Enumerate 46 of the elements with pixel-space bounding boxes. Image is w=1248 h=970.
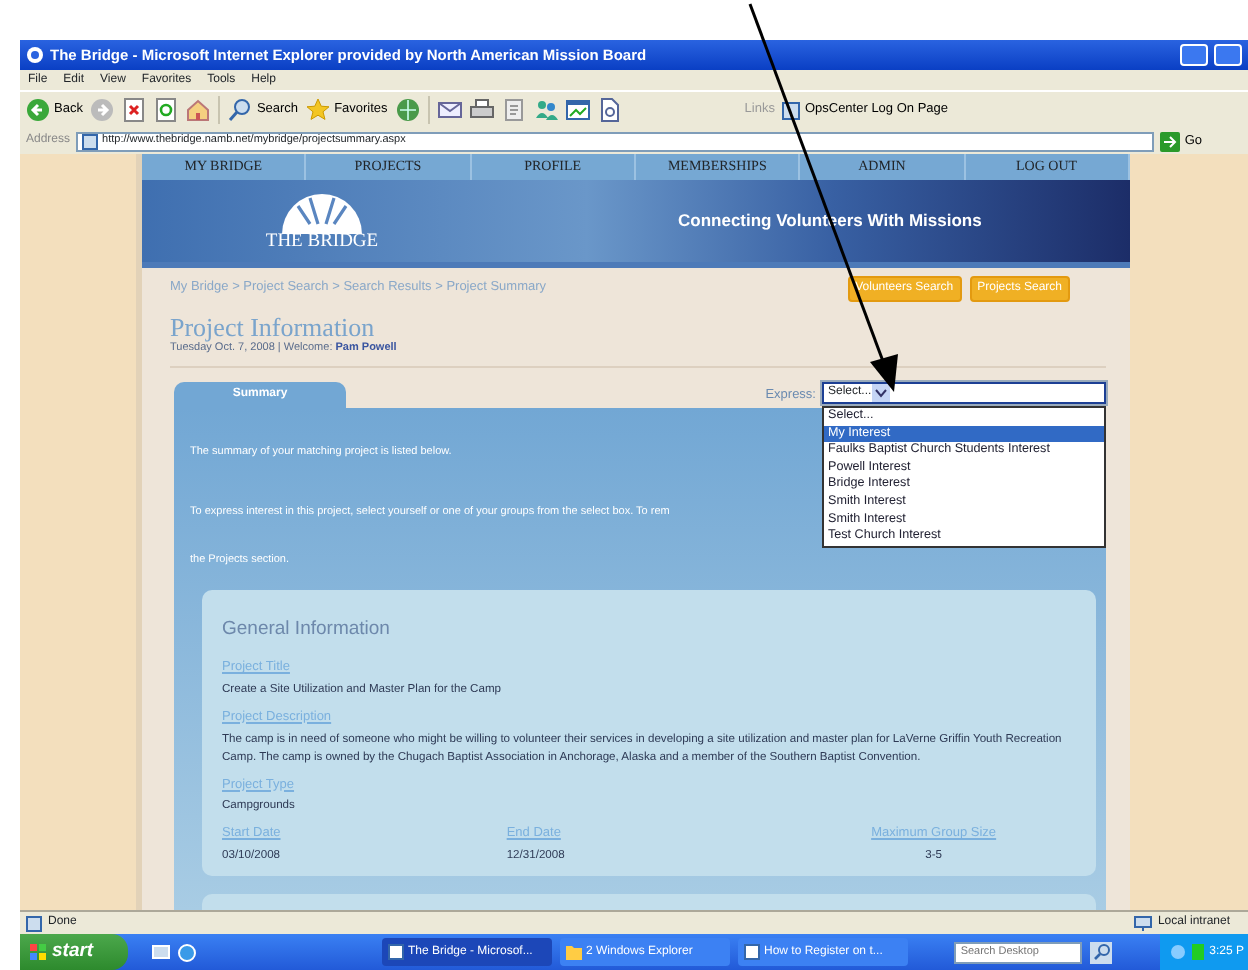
browser-icon[interactable]: [178, 943, 196, 961]
page-icon: [82, 133, 99, 149]
desktop-icon[interactable]: [152, 943, 170, 961]
status-indicator-icon: [1191, 944, 1204, 960]
page-icon: [26, 915, 42, 931]
window-button[interactable]: [565, 98, 590, 122]
bridge-logo-icon: [278, 189, 366, 234]
logo-text: THE BRIDGE: [265, 233, 379, 253]
minimize-button[interactable]: [1180, 44, 1208, 66]
printer-icon: [469, 98, 494, 122]
search-button[interactable]: [1090, 941, 1113, 963]
search-icon: [228, 98, 253, 122]
start-button[interactable]: start: [20, 934, 128, 970]
refresh-button[interactable]: [154, 98, 179, 122]
stop-button[interactable]: [122, 98, 147, 122]
windows-flag-icon: [30, 944, 46, 960]
section-title: General Information: [222, 616, 390, 644]
envelope-button[interactable]: [437, 98, 462, 122]
refresh-icon: [154, 98, 179, 122]
search-icon: [1093, 944, 1110, 960]
page-button[interactable]: [501, 98, 526, 122]
dropdown-arrow-icon: [871, 384, 890, 402]
people-button[interactable]: [533, 98, 558, 122]
go-arrow-icon: [1160, 131, 1181, 151]
home-button[interactable]: [186, 98, 211, 122]
intranet-icon: [1133, 915, 1152, 931]
window-icon: [744, 944, 760, 960]
people-icon: [533, 98, 558, 122]
globe-button[interactable]: [395, 98, 420, 122]
network-icon: [1169, 944, 1186, 960]
document-icon: [597, 98, 622, 122]
home-icon: [186, 98, 211, 122]
stop-icon: [122, 98, 147, 122]
window-icon: [388, 944, 404, 960]
page-heading: Project Information: [170, 313, 377, 340]
page-icon: [501, 98, 526, 122]
document-button[interactable]: [597, 98, 622, 122]
envelope-icon: [437, 98, 462, 122]
folder-icon: [566, 944, 582, 960]
back-arrow-icon: [26, 98, 50, 122]
browser-icon: [26, 46, 44, 64]
window-icon: [565, 98, 590, 122]
star-icon: [306, 98, 331, 122]
globe-icon: [395, 98, 420, 122]
restore-button[interactable]: [1214, 44, 1242, 66]
printer-button[interactable]: [469, 98, 494, 122]
